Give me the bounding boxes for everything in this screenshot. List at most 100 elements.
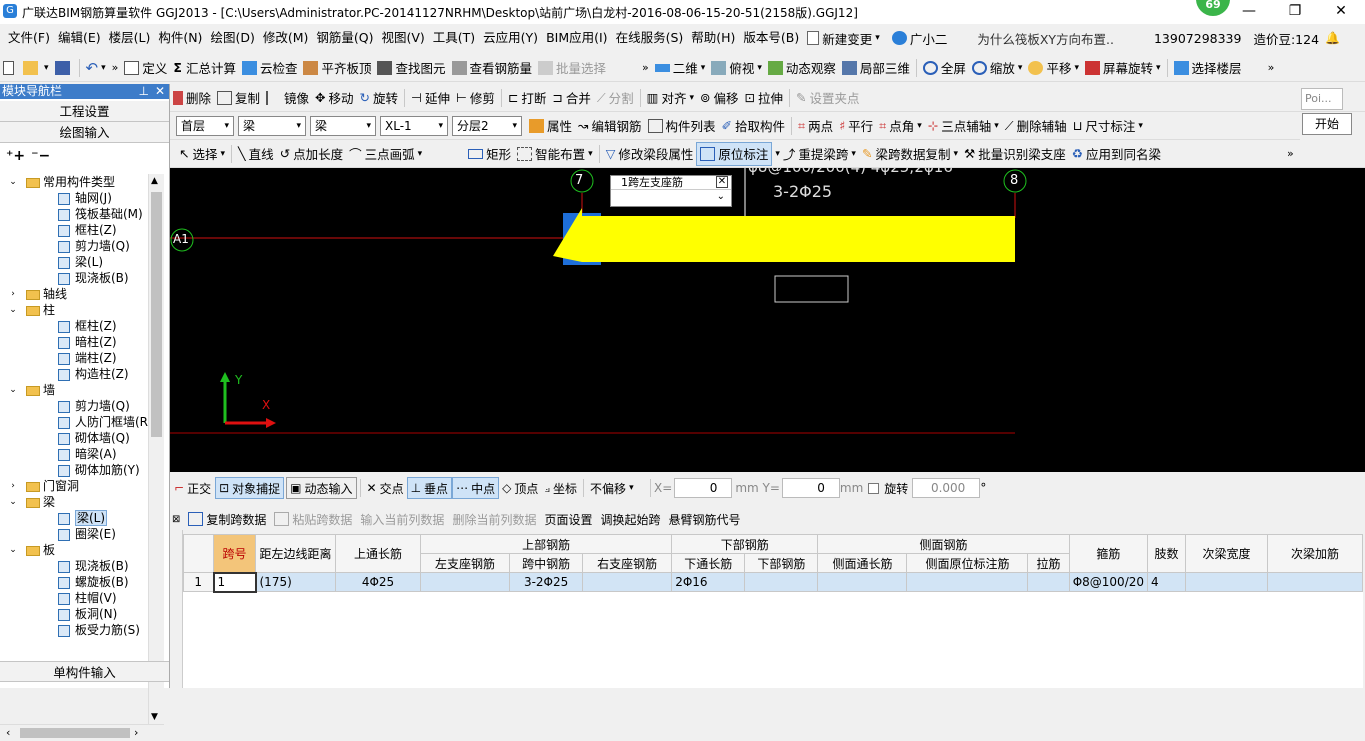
dynamic-view-button[interactable]: 动态观察 xyxy=(765,56,839,80)
drawing-canvas[interactable]: 7 8 A1 φ8@100/200(4) 4φ25;2φ16 3-2Φ25 Y … xyxy=(170,168,1365,472)
col-bottom-steel[interactable]: 下部钢筋 xyxy=(744,553,819,573)
fullscreen-button[interactable]: 全屏 xyxy=(920,56,969,80)
paste-span-button[interactable]: 粘贴跨数据 xyxy=(270,511,356,528)
span-copy-dropdown[interactable]: ✎ 梁跨数据复制 ▾ xyxy=(859,142,961,166)
screen-rotate-dropdown[interactable]: 屏幕旋转 ▾ xyxy=(1082,56,1164,80)
origin-mark-button[interactable]: 原位标注 xyxy=(696,141,773,166)
table-row[interactable]: 1 1 (175) 4Φ25 3-2Φ25 2Φ16 Φ8@100/20 4 xyxy=(183,571,1363,593)
pin-icon[interactable]: ⊥ xyxy=(139,84,149,99)
tree-item[interactable]: 圈梁(E) xyxy=(0,526,148,542)
col-right-support[interactable]: 右支座钢筋 xyxy=(582,553,673,573)
menu-item[interactable]: 修改(M) xyxy=(259,26,313,50)
more-button[interactable]: » xyxy=(109,56,122,80)
col-top-through[interactable]: 上通长筋 xyxy=(335,534,421,573)
menu-item[interactable]: 在线服务(S) xyxy=(612,26,688,50)
question-link[interactable]: 为什么筏板XY方向布置.. xyxy=(977,29,1114,48)
drawing-input-button[interactable]: 绘图输入 xyxy=(0,122,169,143)
extend-button[interactable]: ⊣ 延伸 xyxy=(408,86,453,110)
tree-item[interactable]: 人防门框墙(RF xyxy=(0,414,148,430)
undo-button[interactable]: ↶ ▾ xyxy=(83,56,109,80)
tree-item[interactable]: 砌体墙(Q) xyxy=(0,430,148,446)
mid-toggle[interactable]: ⋯ 中点 xyxy=(452,477,500,499)
sum-button[interactable]: Σ 汇总计算 xyxy=(170,56,239,80)
property-button[interactable]: 属性 xyxy=(526,114,575,138)
col-bottom-through[interactable]: 下通长筋 xyxy=(671,553,746,573)
tree-item[interactable]: 剪力墙(Q) xyxy=(0,238,148,254)
col-left-support[interactable]: 左支座钢筋 xyxy=(419,553,511,573)
offset-button[interactable]: ⊚ 偏移 xyxy=(697,86,742,110)
tree-item[interactable]: 现浇板(B) xyxy=(0,558,148,574)
pan-dropdown[interactable]: 平移 ▾ xyxy=(1025,56,1082,80)
delete-aux-button[interactable]: ⟋ 删除辅轴 xyxy=(1002,114,1070,138)
zoom-dropdown[interactable]: 缩放 ▾ xyxy=(969,56,1026,80)
tree-item[interactable]: 梁(L) xyxy=(0,510,148,526)
close-button[interactable]: ✕ xyxy=(1318,0,1364,22)
component-list-button[interactable]: 构件列表 xyxy=(645,114,719,138)
align-dropdown[interactable]: ▥ 对齐 ▾ xyxy=(644,86,697,110)
cell-sec-width[interactable] xyxy=(1185,572,1268,592)
trim-button[interactable]: ⊢ 修剪 xyxy=(453,86,498,110)
menu-item[interactable]: 编辑(E) xyxy=(54,26,105,50)
panel-close-icon[interactable]: ✕ xyxy=(155,84,165,99)
tree-item[interactable]: 螺旋板(B) xyxy=(0,574,148,590)
bell-icon[interactable]: 🔔 xyxy=(1325,31,1340,45)
assistant-button[interactable]: 广小二 xyxy=(891,29,947,48)
find-button[interactable]: 查找图元 xyxy=(374,56,448,80)
popup-input[interactable]: ⌄ xyxy=(611,191,729,207)
copy-span-button[interactable]: 复制跨数据 xyxy=(184,511,270,528)
menu-item[interactable]: 文件(F) xyxy=(4,26,54,50)
menu-item[interactable]: 视图(V) xyxy=(377,26,428,50)
cell-dist[interactable]: (175) xyxy=(255,572,336,592)
open-file-button[interactable]: ▾ xyxy=(20,56,52,80)
rotate-input[interactable]: 0.000 xyxy=(912,478,981,498)
minimize-button[interactable]: — xyxy=(1226,0,1272,22)
delete-col-button[interactable]: 删除当前列数据 xyxy=(448,511,540,528)
three-point-aux-dropdown[interactable]: ⊹ 三点辅轴 ▾ xyxy=(925,114,1002,138)
col-side-mark[interactable]: 侧面原位标注筋 xyxy=(906,553,1029,573)
tree-item[interactable]: 框柱(Z) xyxy=(0,222,148,238)
tree-folder[interactable]: ⌄ 梁 xyxy=(0,494,148,510)
menu-item[interactable]: 云应用(Y) xyxy=(479,26,542,50)
arc-dropdown[interactable]: ⌒ 三点画弧 ▾ xyxy=(346,142,425,166)
select-dropdown[interactable]: ↖ 选择 ▾ xyxy=(176,142,228,166)
cell-span[interactable]: 1 xyxy=(212,571,257,593)
cell-stirrup[interactable]: Φ8@100/20 xyxy=(1068,572,1149,592)
tree-hscrollbar[interactable]: ‹ › xyxy=(0,724,164,741)
tree-item[interactable]: 梁(L) xyxy=(0,254,148,270)
phone-number[interactable]: 13907298339 xyxy=(1154,31,1241,46)
dimension-dropdown[interactable]: ⊔ 尺寸标注 ▾ xyxy=(1070,114,1146,138)
single-input-button[interactable]: 单构件输入 xyxy=(0,661,169,682)
tree-item[interactable]: 筏板基础(M) xyxy=(0,206,148,222)
tree-folder[interactable]: ⌄ 常用构件类型 xyxy=(0,174,148,190)
line-button[interactable]: ╲ 直线 xyxy=(235,142,277,166)
re-span-dropdown[interactable]: ⤴ 重提梁跨 ▾ xyxy=(780,142,859,166)
ortho-toggle[interactable]: ⌐ 正交 xyxy=(170,480,215,497)
view2d-dropdown[interactable]: 二维 ▾ xyxy=(652,56,709,80)
tree-folder[interactable]: ⌄ 柱 xyxy=(0,302,148,318)
new-change-menu[interactable]: 新建变更 ▾ xyxy=(807,29,880,48)
tree-folder[interactable]: › 轴线 xyxy=(0,286,148,302)
define-button[interactable]: 定义 xyxy=(121,56,170,80)
more-button-3[interactable]: » xyxy=(1265,56,1278,80)
merge-button[interactable]: ⊐ 合并 xyxy=(549,86,594,110)
menu-item[interactable]: 帮助(H) xyxy=(687,26,739,50)
pick-button[interactable]: ✐ 拾取构件 xyxy=(719,114,789,138)
cloud-check-button[interactable]: 云检查 xyxy=(239,56,301,80)
cell-right-support[interactable] xyxy=(582,572,673,592)
stretch-button[interactable]: ⊡ 拉伸 xyxy=(742,86,787,110)
col-dist[interactable]: 距左边线距离 xyxy=(255,534,336,573)
start-button[interactable]: 开始 xyxy=(1302,113,1352,135)
flat-top-button[interactable]: 平齐板顶 xyxy=(300,56,374,80)
page-setup-button[interactable]: 页面设置 xyxy=(540,511,596,528)
chevron-down-icon[interactable]: ⌄ xyxy=(8,494,18,510)
project-settings-button[interactable]: 工程设置 xyxy=(0,101,169,122)
poi-input[interactable]: Poi... xyxy=(1301,88,1343,110)
modify-span-button[interactable]: ▽ 修改梁段属性 xyxy=(603,142,697,166)
col-stirrup[interactable]: 箍筋 xyxy=(1068,534,1149,573)
tree-item[interactable]: 柱帽(V) xyxy=(0,590,148,606)
tree-item[interactable]: 砌体加筋(Y) xyxy=(0,462,148,478)
chevron-down-icon[interactable]: ⌄ xyxy=(8,174,18,190)
tree-item[interactable]: 板受力筋(S) xyxy=(0,622,148,638)
apply-same-button[interactable]: ♻ 应用到同名梁 xyxy=(1069,142,1164,166)
col-legs[interactable]: 肢数 xyxy=(1147,534,1186,573)
